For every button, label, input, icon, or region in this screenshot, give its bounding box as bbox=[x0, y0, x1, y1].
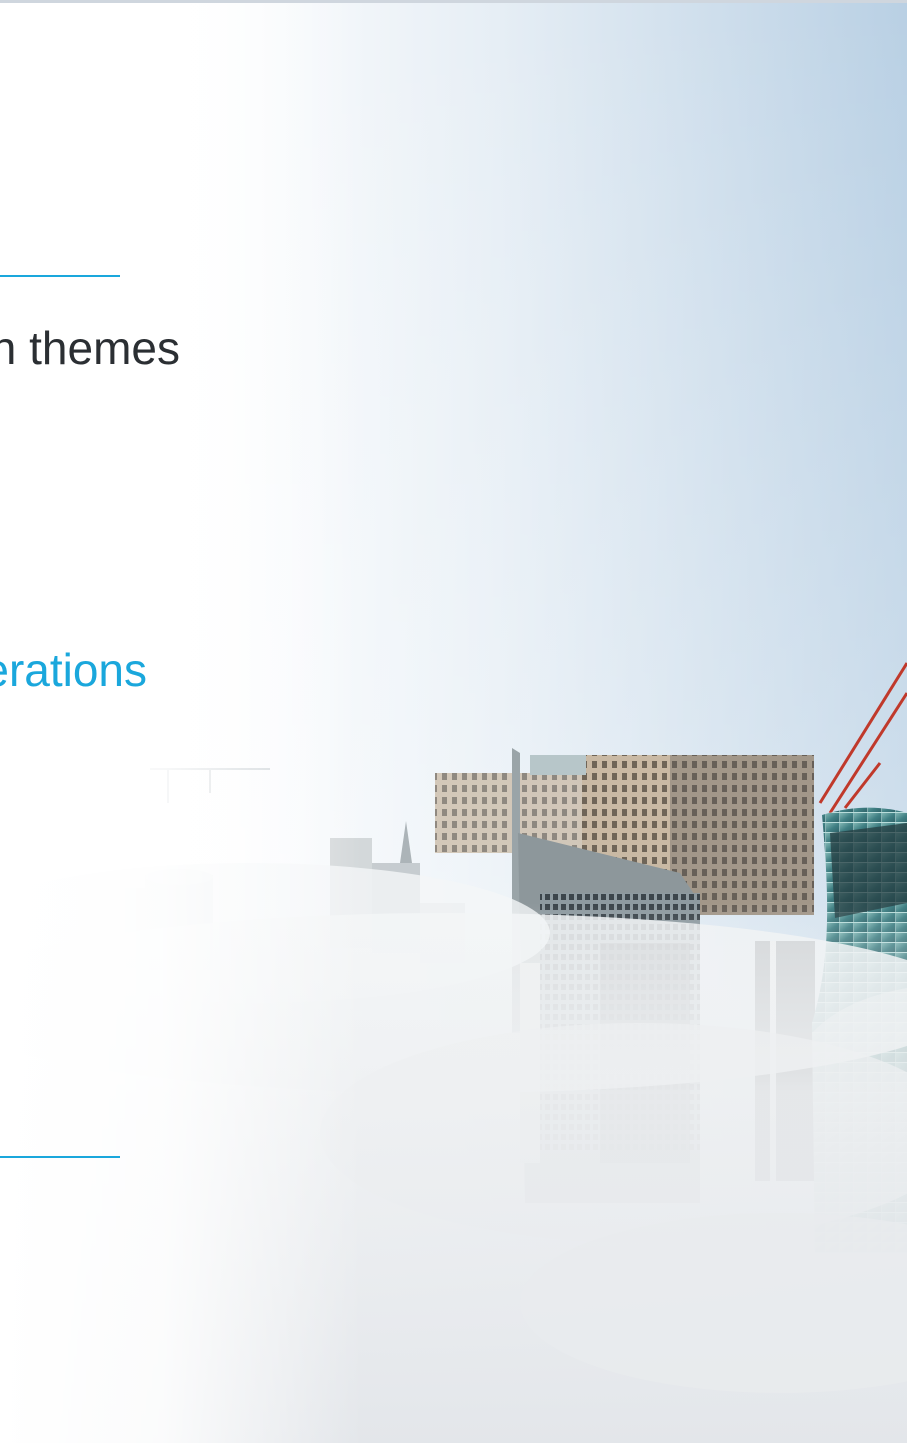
slide-subheading: Operations bbox=[0, 643, 225, 697]
slide-subheading-text: Operations bbox=[0, 644, 148, 696]
accent-rule-top bbox=[0, 275, 120, 277]
accent-rule-bottom bbox=[0, 1156, 120, 1158]
slide-heading-text: In themes bbox=[0, 322, 180, 374]
foggy-city-background bbox=[0, 3, 907, 1443]
slide-page: In themes Operations bbox=[0, 0, 907, 1443]
slide-heading: In themes bbox=[0, 321, 202, 375]
